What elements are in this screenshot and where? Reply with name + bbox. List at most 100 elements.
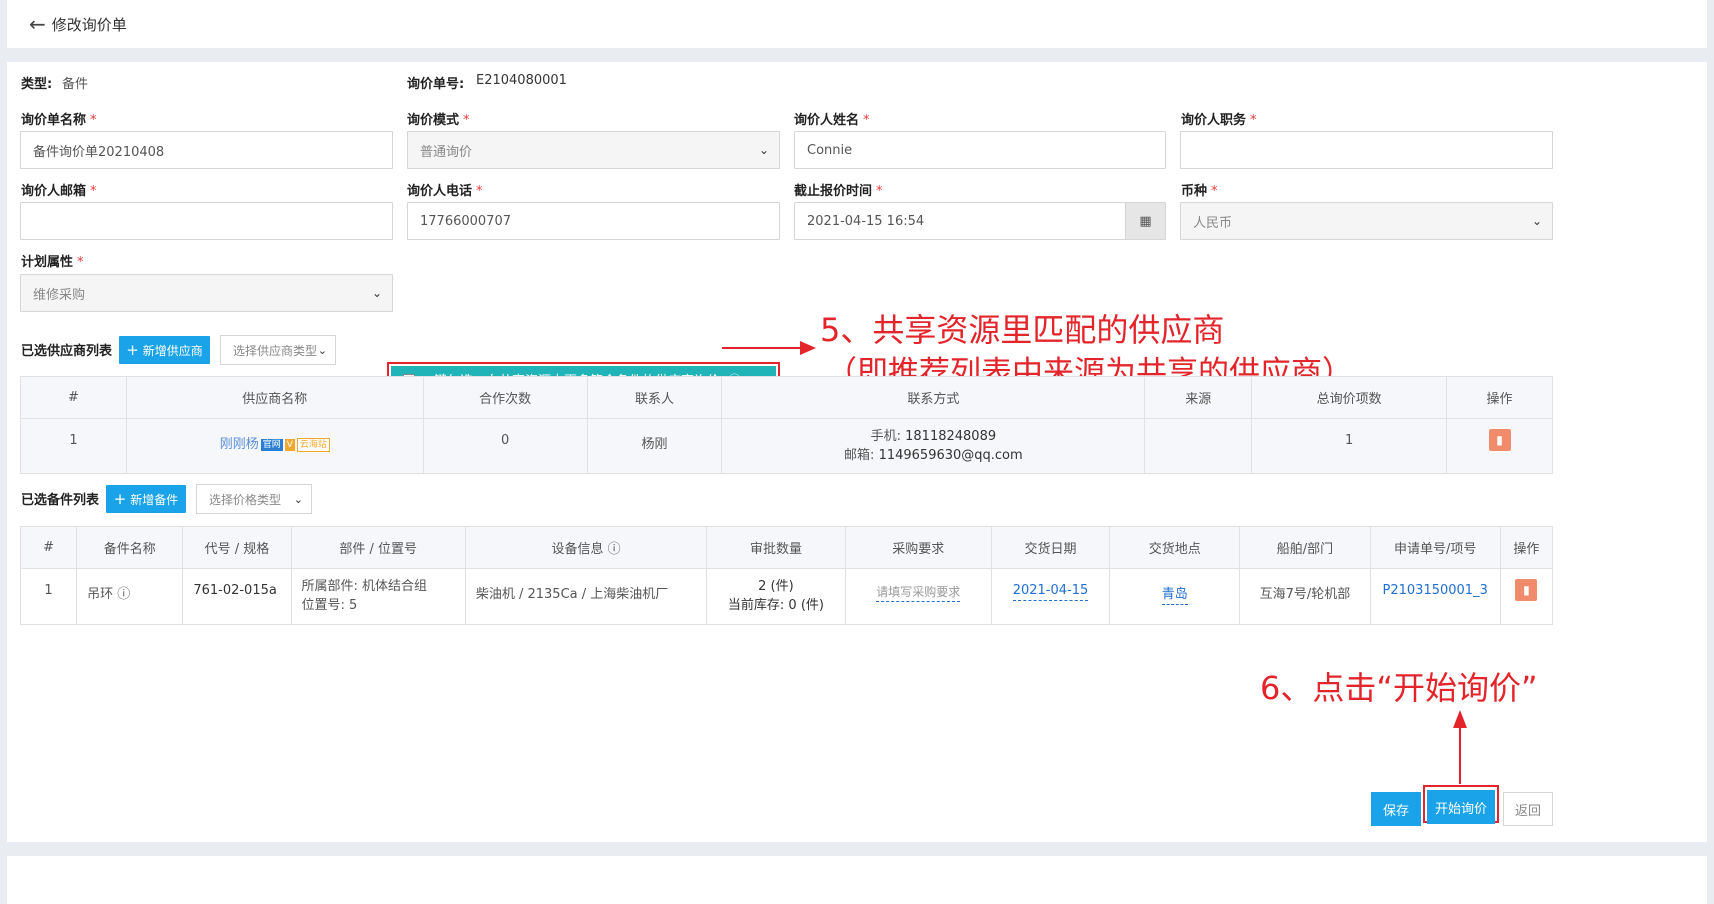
chevron-down-icon: ⌄: [371, 286, 382, 300]
supplier-section-title: 已选供应商列表: [21, 344, 113, 359]
col-header: #: [20, 376, 127, 419]
annotation-arrow-right: [722, 341, 816, 355]
cell-date: 2021-04-15: [990, 568, 1111, 625]
info-icon: ⓘ: [607, 542, 621, 557]
inquiry-no-label: 询价单号:: [407, 77, 465, 92]
col-header: 船舶/部门: [1239, 526, 1371, 569]
col-header: 供应商名称: [125, 376, 424, 419]
cell-actions: ▮: [1446, 418, 1553, 474]
supplier-type-select[interactable]: 选择供应商类型 ⌄: [220, 335, 336, 365]
currency-label: 币种 *: [1181, 184, 1218, 199]
cell-code: 761-02-015a: [182, 568, 292, 625]
deadline-label: 截止报价时间 *: [794, 184, 883, 199]
annotation-step6: 6、点击“开始询价”: [1260, 669, 1538, 707]
supplier-table: # 供应商名称 合作次数 联系人 联系方式 来源 总询价项数 操作 1 刚刚杨官…: [20, 376, 1553, 474]
cell-qty: 2 (件) 当前库存: 0 (件): [706, 568, 846, 625]
position-input[interactable]: [1180, 131, 1553, 169]
cell-index: 1: [19, 568, 78, 625]
deadline-input[interactable]: 2021-04-15 16:54 ▦: [794, 202, 1166, 240]
cell-times: 0: [422, 418, 588, 474]
cell-total: 1: [1251, 418, 1448, 474]
footer-bar: [7, 856, 1707, 904]
col-header: 联系人: [586, 376, 723, 419]
delete-icon[interactable]: ▮: [1488, 429, 1511, 451]
parts-table: # 备件名称 代号 / 规格 部件 / 位置号 设备信息 ⓘ 审批数量 采购要求…: [19, 526, 1554, 625]
table-header-row: # 备件名称 代号 / 规格 部件 / 位置号 设备信息 ⓘ 审批数量 采购要求…: [19, 526, 1554, 569]
save-button[interactable]: 保存: [1371, 792, 1421, 826]
col-header: 代号 / 规格: [182, 526, 292, 569]
cell-apply: P2103150001_3: [1369, 568, 1501, 625]
chevron-down-icon: ⌄: [1531, 214, 1542, 228]
official-badge: 官网: [260, 439, 283, 451]
plus-icon: +: [113, 490, 127, 508]
price-type-select[interactable]: 选择价格类型 ⌄: [196, 484, 312, 514]
plan-select[interactable]: 维修采购 ⌄: [20, 274, 393, 312]
person-name-input[interactable]: Connie: [794, 131, 1166, 169]
col-header: 备件名称: [76, 526, 184, 569]
add-supplier-button[interactable]: + 新增供应商: [119, 336, 210, 364]
part-line: 所属部件: 机体结合组: [301, 579, 428, 594]
col-header: 审批数量: [706, 526, 846, 569]
requirement-input[interactable]: 请填写采购要求: [876, 585, 961, 602]
cell-contact: 杨刚: [586, 418, 723, 474]
type-value: 备件: [62, 77, 89, 92]
cell-actions: ▮: [1499, 568, 1554, 625]
table-header-row: # 供应商名称 合作次数 联系人 联系方式 来源 总询价项数 操作: [20, 376, 1553, 419]
type-label: 类型:: [21, 77, 53, 92]
chevron-down-icon: ⌄: [317, 344, 327, 357]
email-label: 询价人邮箱 *: [21, 184, 97, 199]
inquiry-no-value: E2104080001: [476, 73, 567, 88]
person-label: 询价人姓名 *: [794, 113, 870, 128]
add-part-button[interactable]: + 新增备件: [106, 485, 186, 513]
plus-icon: +: [126, 341, 139, 359]
col-header: 合作次数: [422, 376, 588, 419]
email-input[interactable]: [20, 202, 393, 240]
col-header: 操作: [1499, 526, 1554, 569]
name-label: 询价单名称 *: [21, 113, 97, 128]
mode-label: 询价模式 *: [407, 113, 470, 128]
currency-select[interactable]: 人民币 ⌄: [1180, 202, 1553, 240]
back-button[interactable]: 返回: [1503, 792, 1553, 826]
cell-place: 青岛: [1109, 568, 1241, 625]
info-icon: ⓘ: [117, 587, 131, 602]
cell-source: [1144, 418, 1253, 474]
parts-section-title: 已选备件列表: [21, 493, 100, 508]
start-inquiry-button[interactable]: 开始询价: [1427, 790, 1495, 824]
col-header: 来源: [1144, 376, 1253, 419]
col-header: 操作: [1446, 376, 1553, 419]
plan-label: 计划属性 *: [21, 255, 84, 270]
table-row: 1 刚刚杨 官网 V 云海站 0 杨刚 手机: 18118248089 邮箱: 114…: [20, 418, 1553, 474]
supplier-name-link[interactable]: 刚刚杨: [220, 437, 259, 452]
inquiry-mode-select[interactable]: 普通询价 ⌄: [407, 131, 780, 169]
qty-line: 2 (件): [758, 579, 794, 594]
col-header: #: [19, 526, 78, 569]
cell-requirement: 请填写采购要求: [844, 568, 992, 625]
delivery-place-picker[interactable]: 青岛: [1161, 587, 1188, 605]
cell-contact-info: 手机: 18118248089 邮箱: 1149659630@qq.com: [721, 418, 1146, 474]
position-line: 位置号: 5: [301, 598, 358, 613]
stock-line: 当前库存: 0 (件): [727, 598, 824, 613]
apply-no-link[interactable]: P2103150001_3: [1383, 583, 1488, 598]
cell-supplier-name: 刚刚杨 官网 V 云海站: [125, 418, 424, 474]
col-header: 联系方式: [721, 376, 1146, 419]
inquiry-name-input[interactable]: 备件询价单20210408: [20, 131, 393, 169]
col-header: 设备信息 ⓘ: [464, 526, 708, 569]
page-title: 修改询价单: [51, 15, 127, 34]
arrow-left-icon[interactable]: ←: [29, 14, 46, 34]
cell-part-position: 所属部件: 机体结合组 位置号: 5: [290, 568, 466, 625]
phone-input[interactable]: 17766000707: [407, 202, 780, 240]
col-header: 交货地点: [1109, 526, 1241, 569]
table-row: 1 吊环 ⓘ 761-02-015a 所属部件: 机体结合组 位置号: 5 柴油…: [19, 568, 1554, 625]
email-line: 邮箱: 1149659630@qq.com: [844, 448, 1023, 463]
calendar-icon[interactable]: ▦: [1125, 203, 1165, 239]
chevron-down-icon: ⌄: [293, 493, 303, 506]
v-badge: V: [284, 439, 295, 451]
col-header: 申请单号/项号: [1369, 526, 1501, 569]
col-header: 采购要求: [844, 526, 992, 569]
col-header: 总询价项数: [1251, 376, 1448, 419]
chevron-down-icon: ⌄: [758, 143, 769, 157]
delivery-date-picker[interactable]: 2021-04-15: [1012, 583, 1089, 601]
annotation-step5-line1: 5、共享资源里匹配的供应商: [820, 311, 1225, 349]
delete-icon[interactable]: ▮: [1515, 579, 1538, 601]
site-badge: 云海站: [296, 438, 330, 452]
